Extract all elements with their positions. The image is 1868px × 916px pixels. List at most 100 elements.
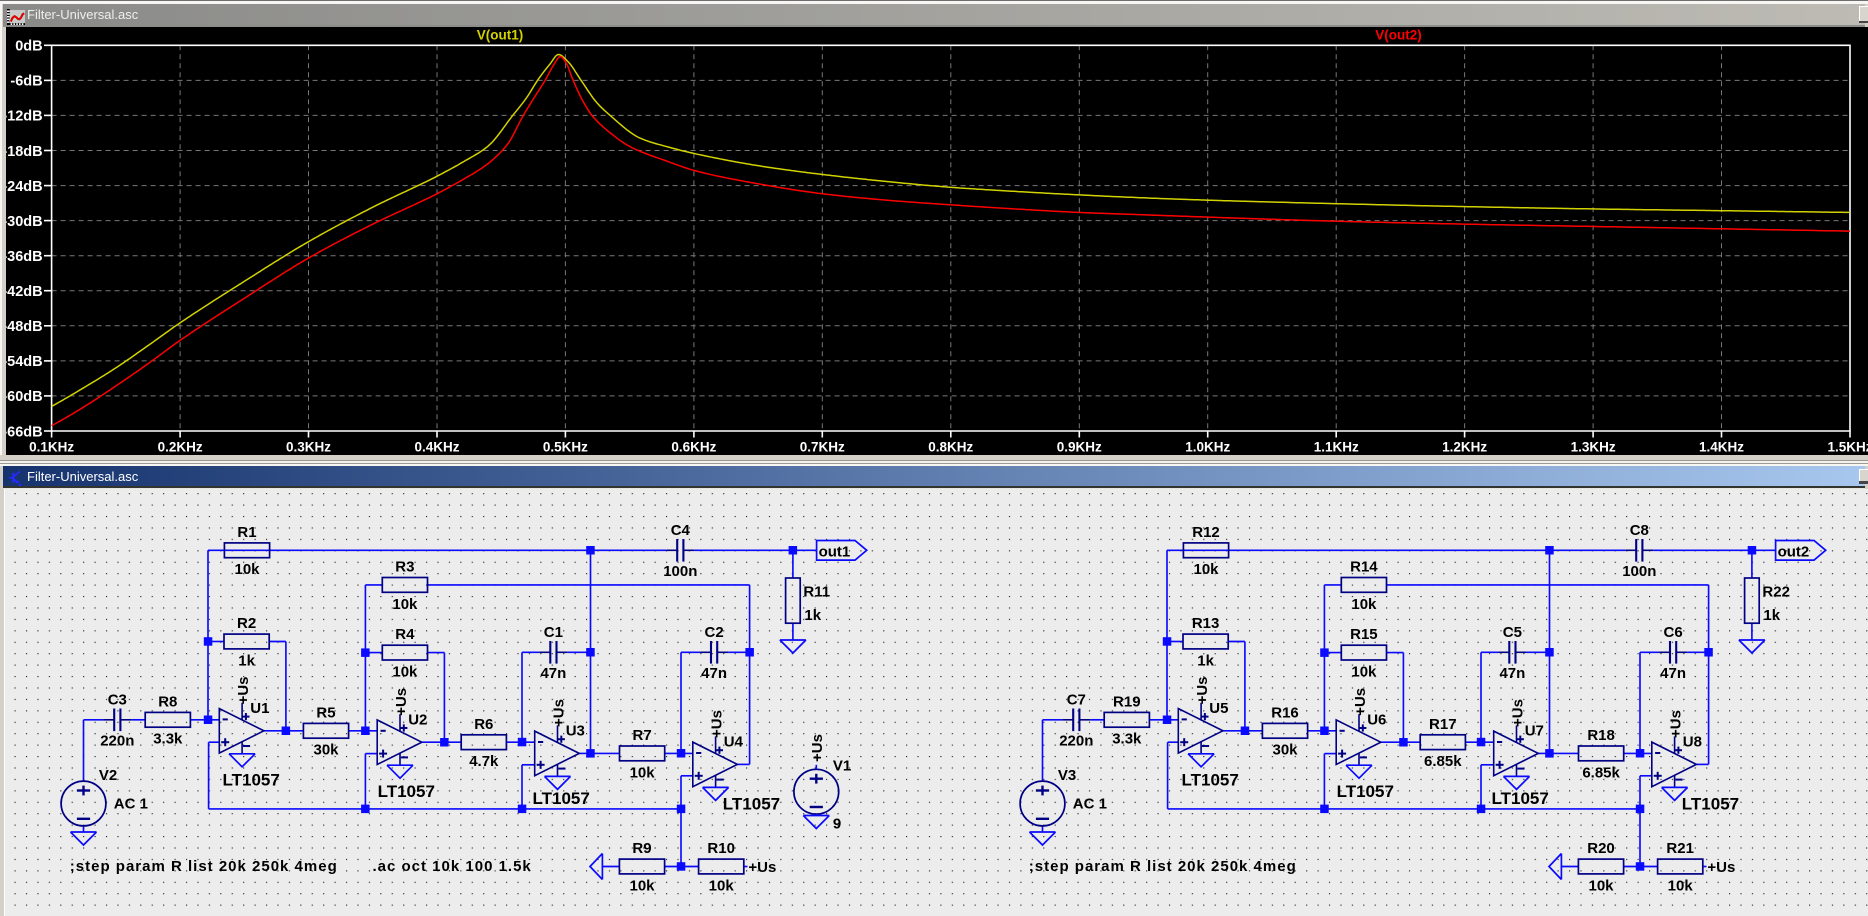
svg-text:3.3k: 3.3k <box>1112 731 1142 748</box>
svg-text:AC 1: AC 1 <box>1073 796 1107 813</box>
svg-text:0.1KHz: 0.1KHz <box>29 440 74 455</box>
svg-text:LT1057: LT1057 <box>378 782 435 801</box>
svg-text:47n: 47n <box>701 665 727 682</box>
svg-text:47n: 47n <box>540 665 566 682</box>
svg-text:U8: U8 <box>1683 734 1702 751</box>
svg-text:R3: R3 <box>395 559 414 576</box>
svg-text:6.85k: 6.85k <box>1424 753 1462 770</box>
svg-text:R21: R21 <box>1666 840 1694 857</box>
svg-text:+Us: +Us <box>748 859 776 876</box>
svg-text:1k: 1k <box>238 652 255 669</box>
svg-text:0.3KHz: 0.3KHz <box>286 440 331 455</box>
svg-text:R15: R15 <box>1350 626 1378 643</box>
svg-text:220n: 220n <box>1059 732 1093 749</box>
svg-text:-66dB: -66dB <box>6 424 43 440</box>
svg-text:10k: 10k <box>709 877 735 894</box>
svg-text:1.1KHz: 1.1KHz <box>1314 440 1359 455</box>
svg-text:C3: C3 <box>108 692 127 709</box>
svg-text:10k: 10k <box>630 764 656 781</box>
svg-text:-24dB: -24dB <box>6 179 43 195</box>
svg-text:47n: 47n <box>1660 665 1686 682</box>
svg-text:out2: out2 <box>1778 544 1810 561</box>
svg-text:V(out1): V(out1) <box>477 28 524 43</box>
svg-text:;step param R list 20k 250k 4m: ;step param R list 20k 250k 4meg <box>1029 858 1297 875</box>
svg-text:C7: C7 <box>1067 692 1086 709</box>
svg-text:R4: R4 <box>395 626 415 643</box>
svg-text:+Us: +Us <box>1707 859 1735 876</box>
svg-text:V1: V1 <box>833 757 851 774</box>
svg-text:0.7KHz: 0.7KHz <box>800 440 845 455</box>
svg-text:10k: 10k <box>629 877 655 894</box>
svg-text:U6: U6 <box>1367 711 1386 728</box>
svg-text:0dB: 0dB <box>15 39 42 55</box>
svg-text:10k: 10k <box>234 561 260 578</box>
svg-text:LT1057: LT1057 <box>1337 782 1394 801</box>
svg-text:30k: 30k <box>313 742 339 759</box>
svg-text:R16: R16 <box>1271 704 1299 721</box>
svg-text:LT1057: LT1057 <box>1182 771 1239 790</box>
svg-text:R6: R6 <box>474 716 493 733</box>
svg-text:0.6KHz: 0.6KHz <box>671 440 716 455</box>
svg-text:-18dB: -18dB <box>6 144 43 160</box>
svg-text:1.2KHz: 1.2KHz <box>1442 440 1487 455</box>
svg-text:100n: 100n <box>1622 563 1656 580</box>
svg-text:0.4KHz: 0.4KHz <box>414 440 459 455</box>
svg-text:10k: 10k <box>1193 561 1219 578</box>
svg-text:10k: 10k <box>392 596 418 613</box>
svg-text:10k: 10k <box>1668 877 1694 894</box>
svg-text:LT1057: LT1057 <box>1492 789 1549 808</box>
svg-text:V2: V2 <box>99 767 117 784</box>
svg-text:U7: U7 <box>1525 723 1544 740</box>
svg-text:U4: U4 <box>724 734 744 751</box>
svg-text:R10: R10 <box>707 840 735 857</box>
svg-text:R19: R19 <box>1113 693 1141 710</box>
svg-text:1k: 1k <box>1197 652 1214 669</box>
svg-text:out1: out1 <box>819 544 851 561</box>
svg-text:1k: 1k <box>1763 607 1780 624</box>
svg-text:R5: R5 <box>316 704 335 721</box>
svg-text:V3: V3 <box>1058 767 1076 784</box>
svg-text:;step param R list 20k 250k 4m: ;step param R list 20k 250k 4meg <box>70 858 338 875</box>
svg-text:LT1057: LT1057 <box>723 795 780 814</box>
svg-text:R11: R11 <box>803 584 830 601</box>
svg-text:9: 9 <box>833 815 841 832</box>
svg-text:47n: 47n <box>1499 665 1525 682</box>
svg-text:10k: 10k <box>392 664 418 681</box>
svg-text:-48dB: -48dB <box>6 319 43 335</box>
svg-text:-6dB: -6dB <box>10 74 42 90</box>
svg-text:LT1057: LT1057 <box>533 789 590 808</box>
svg-text:-60dB: -60dB <box>6 389 43 405</box>
svg-text:10k: 10k <box>1351 664 1377 681</box>
svg-text:0.8KHz: 0.8KHz <box>928 440 973 455</box>
svg-text:R12: R12 <box>1192 524 1220 541</box>
svg-text:R2: R2 <box>237 615 256 632</box>
svg-text:C5: C5 <box>1503 624 1522 641</box>
svg-text:-12dB: -12dB <box>6 109 43 125</box>
svg-text:C8: C8 <box>1630 522 1649 539</box>
svg-text:U2: U2 <box>408 711 427 728</box>
svg-text:-42dB: -42dB <box>6 284 43 300</box>
svg-text:0.9KHz: 0.9KHz <box>1057 440 1102 455</box>
svg-text:R8: R8 <box>158 693 177 710</box>
svg-text:+Us: +Us <box>809 734 826 762</box>
svg-text:6.85k: 6.85k <box>1582 764 1620 781</box>
svg-text:10k: 10k <box>1588 877 1614 894</box>
svg-text:U1: U1 <box>250 700 269 717</box>
svg-text:R1: R1 <box>237 524 256 541</box>
svg-text:LT1057: LT1057 <box>1682 795 1739 814</box>
svg-text:U5: U5 <box>1209 700 1228 717</box>
svg-text:C4: C4 <box>671 522 691 539</box>
svg-text:C1: C1 <box>544 624 563 641</box>
svg-text:1.5KHz: 1.5KHz <box>1827 440 1868 455</box>
svg-text:1k: 1k <box>804 607 821 624</box>
svg-text:-30dB: -30dB <box>6 214 43 230</box>
svg-text:4.7k: 4.7k <box>469 753 499 770</box>
svg-text:1.0KHz: 1.0KHz <box>1185 440 1230 455</box>
svg-text:0.2KHz: 0.2KHz <box>158 440 203 455</box>
svg-text:3.3k: 3.3k <box>153 731 183 748</box>
svg-text:V(out2): V(out2) <box>1375 28 1422 43</box>
svg-text:R14: R14 <box>1350 559 1378 576</box>
svg-text:AC 1: AC 1 <box>114 796 148 813</box>
svg-text:R18: R18 <box>1587 727 1615 744</box>
svg-text:R22: R22 <box>1762 584 1790 601</box>
